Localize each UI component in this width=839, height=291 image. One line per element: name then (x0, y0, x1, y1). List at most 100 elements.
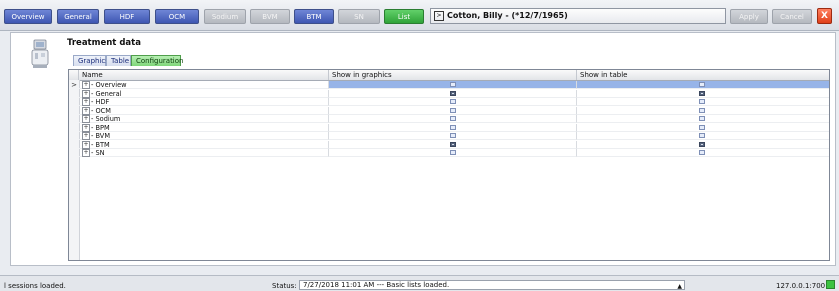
row-indicator (69, 98, 79, 106)
expand-icon[interactable]: + (82, 81, 90, 89)
show-in-table-checkbox[interactable] (699, 133, 705, 138)
graphics-cell (329, 149, 577, 157)
expand-icon[interactable]: + (82, 115, 90, 123)
row-name: BTM (95, 140, 110, 149)
grid-header: Name Show in graphics Show in table (69, 70, 829, 81)
page-title: Treatment data (67, 38, 141, 48)
show-in-graphics-checkbox[interactable] (450, 99, 456, 104)
show-in-table-checkbox[interactable] (699, 99, 705, 104)
column-header-show-in-table[interactable]: Show in table (577, 70, 829, 80)
cancel-button[interactable]: Cancel (772, 9, 812, 24)
table-row[interactable]: + - BPM (69, 123, 829, 132)
expand-icon[interactable]: + (82, 123, 90, 132)
tab-graphics[interactable]: Graphics (73, 55, 109, 66)
toolbar-button-overview[interactable]: Overview (4, 9, 52, 24)
table-cell (577, 149, 829, 157)
show-in-graphics-checkbox[interactable] (450, 116, 456, 121)
graphics-cell (329, 132, 577, 140)
row-name: General (95, 89, 122, 98)
row-name-cell: + - BTM (79, 140, 329, 149)
show-in-table-checkbox[interactable] (699, 124, 705, 130)
table-cell (577, 90, 829, 98)
treatment-panel: Treatment data Graphics Table Configurat… (10, 32, 836, 266)
row-name-cell: + - General (79, 89, 329, 98)
dialysis-machine-icon (31, 39, 49, 68)
tab-configuration[interactable]: Configuration (131, 55, 183, 66)
row-name-cell: + - BPM (79, 123, 329, 132)
tab-table[interactable]: Table (106, 55, 131, 66)
header-corner (69, 70, 79, 80)
show-in-table-checkbox[interactable] (699, 82, 705, 87)
table-row[interactable]: + - SN (69, 149, 829, 157)
toolbar-button-ocm[interactable]: OCM (155, 9, 199, 24)
row-name-cell: + - BVM (79, 132, 329, 140)
toolbar-button-hdf[interactable]: HDF (104, 9, 150, 24)
table-row[interactable]: + - OCM (69, 106, 829, 115)
row-name: Overview (95, 81, 127, 89)
table-row[interactable]: + - Sodium (69, 115, 829, 123)
configuration-grid: Name Show in graphics Show in table > + - … (68, 69, 830, 261)
patient-name: Cotton, Billy - (*12/7/1965) (447, 11, 568, 20)
graphics-cell (329, 98, 577, 106)
expand-icon[interactable]: + (82, 106, 90, 115)
expand-icon[interactable]: + (82, 98, 90, 106)
graphics-cell (329, 106, 577, 115)
show-in-table-checkbox[interactable] (699, 90, 705, 96)
apply-button[interactable]: Apply (730, 9, 768, 24)
show-in-graphics-checkbox[interactable] (450, 150, 456, 155)
show-in-table-checkbox[interactable] (699, 116, 705, 121)
expand-icon[interactable]: + (82, 132, 90, 140)
server-address: 127.0.0.1:700 (776, 282, 826, 290)
status-dropdown[interactable]: 7/27/2018 11:01 AM --- Basic lists loade… (299, 280, 685, 290)
row-indicator (69, 132, 79, 140)
expand-icon[interactable]: + (82, 89, 90, 98)
close-button[interactable]: X (817, 8, 832, 24)
show-in-graphics-checkbox[interactable] (450, 82, 456, 87)
table-cell (577, 132, 829, 140)
show-in-graphics-checkbox[interactable] (450, 107, 456, 113)
row-indicator (69, 115, 79, 123)
table-cell (577, 115, 829, 123)
show-in-graphics-checkbox[interactable] (450, 90, 456, 96)
toolbar-button-list[interactable]: List (384, 9, 424, 24)
toolbar-button-general[interactable]: General (57, 9, 99, 24)
table-cell (577, 124, 829, 132)
show-in-graphics-checkbox[interactable] (450, 133, 456, 138)
sessions-status: l sessions loaded. (4, 282, 66, 290)
status-value: 7/27/2018 11:01 AM --- Basic lists loade… (303, 281, 450, 289)
show-in-table-checkbox[interactable] (699, 107, 705, 113)
toolbar-button-sodium[interactable]: Sodium (204, 9, 246, 24)
status-bar: l sessions loaded. Status: 7/27/2018 11:… (0, 275, 839, 291)
toolbar-button-bvm[interactable]: BVM (250, 9, 290, 24)
table-cell (577, 141, 829, 149)
table-cell (577, 107, 829, 115)
status-label: Status: (272, 282, 297, 290)
show-in-table-checkbox[interactable] (699, 141, 705, 147)
table-row[interactable]: + - BVM (69, 132, 829, 140)
show-in-graphics-checkbox[interactable] (450, 141, 456, 147)
show-in-table-checkbox[interactable] (699, 150, 705, 155)
table-cell (577, 81, 829, 89)
toolbar-button-btm[interactable]: BTM (294, 9, 334, 24)
patient-selector[interactable]: > Cotton, Billy - (*12/7/1965) (430, 8, 726, 24)
table-row[interactable]: > + - Overview (69, 81, 829, 89)
row-name-cell: + - SN (79, 149, 329, 157)
table-cell (577, 98, 829, 106)
row-name-cell: + - OCM (79, 106, 329, 115)
graphics-cell (329, 115, 577, 123)
expand-icon[interactable]: + (82, 149, 90, 157)
graphics-cell (329, 81, 577, 89)
row-name-cell: + - Overview (79, 81, 329, 89)
row-name: OCM (95, 106, 111, 115)
table-row[interactable]: + - BTM (69, 140, 829, 149)
column-header-show-in-graphics[interactable]: Show in graphics (329, 70, 577, 80)
row-name: SN (95, 149, 105, 157)
toolbar-button-sn[interactable]: SN (338, 9, 380, 24)
row-indicator (69, 141, 79, 149)
show-in-graphics-checkbox[interactable] (450, 124, 456, 130)
table-row[interactable]: + - General (69, 89, 829, 98)
column-header-name[interactable]: Name (79, 70, 329, 80)
graphics-cell (329, 123, 577, 132)
expand-icon[interactable]: + (82, 140, 90, 149)
table-row[interactable]: + - HDF (69, 98, 829, 106)
